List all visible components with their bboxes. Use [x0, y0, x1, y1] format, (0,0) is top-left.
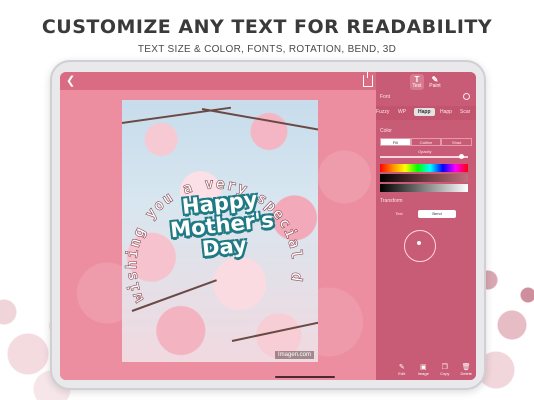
shade-picker[interactable] [380, 174, 468, 182]
text-settings-panel: T Text ✎ Paint Font Fuzzy WP Happ Happ S… [376, 72, 476, 380]
back-icon[interactable]: ❮ [66, 74, 78, 88]
text-tool-icon: T [414, 75, 420, 84]
color-mode-outline[interactable]: Outline [410, 138, 442, 146]
color-mode-fill[interactable]: Fill [380, 138, 411, 146]
cherry-blossom-photo[interactable]: wishing you a very special day Happy Mot… [122, 100, 318, 362]
slider-handle[interactable] [458, 154, 464, 159]
font-section-header: Font [376, 90, 476, 102]
delete-button[interactable]: 🗑 Delete [457, 362, 477, 378]
edit-button[interactable]: ✎ Edit [392, 362, 412, 378]
delete-label: Delete [460, 371, 473, 376]
home-indicator [275, 376, 335, 378]
tab-text[interactable]: T Text [410, 74, 424, 90]
copy-icon: ❐ [441, 364, 448, 371]
image-label: Image [417, 371, 429, 376]
font-option[interactable]: Happ [440, 109, 452, 115]
photo-credit: Imagen.com [274, 351, 314, 359]
font-section-label: Font [380, 94, 391, 100]
image-icon: ▣ [419, 364, 427, 371]
opacity-label: Opacity [418, 149, 432, 154]
opacity-slider[interactable] [380, 154, 468, 159]
font-option[interactable]: Scar [460, 109, 470, 115]
action-bar: ✎ Edit ▣ Image ❐ Copy 🗑 Delete [392, 362, 476, 378]
font-list: Fuzzy WP Happ Happ Scar [376, 106, 476, 120]
edit-icon: ✎ [398, 364, 405, 371]
share-icon[interactable] [363, 72, 373, 87]
promo-subheadline: TEXT SIZE & COLOR, FONTS, ROTATION, BEND… [137, 44, 397, 55]
brightness-picker[interactable] [380, 184, 468, 192]
transform-option-bend[interactable]: Bend [418, 210, 456, 218]
copy-label: Copy [440, 371, 450, 376]
transform-section-label: Transform [380, 198, 403, 204]
color-mode-selector: Fill Outline Shad [380, 138, 473, 146]
rotation-dial[interactable] [404, 230, 436, 262]
tab-paint[interactable]: ✎ Paint [428, 74, 442, 90]
hue-picker[interactable] [380, 164, 468, 172]
copy-button[interactable]: ❐ Copy [435, 362, 455, 378]
color-section-label: Color [380, 128, 392, 134]
gear-icon[interactable] [463, 93, 470, 100]
font-option[interactable]: WP [398, 109, 406, 115]
dial-handle[interactable] [417, 241, 421, 245]
color-mode-shadow[interactable]: Shad [441, 138, 473, 146]
transform-option-text[interactable]: Text [380, 210, 418, 218]
font-option-selected[interactable]: Happ [414, 108, 435, 116]
promo-headline: CUSTOMIZE ANY TEXT FOR READABILITY [41, 16, 493, 38]
paint-tool-icon: ✎ [431, 75, 439, 84]
image-button[interactable]: ▣ Image [414, 362, 434, 378]
edit-label: Edit [398, 371, 406, 376]
headline-text-layer[interactable]: Happy Mother's Day [159, 186, 285, 264]
design-canvas: wishing you a very special day Happy Mot… [60, 90, 376, 380]
tool-tabs: T Text ✎ Paint [410, 74, 442, 90]
delete-icon: 🗑 [461, 364, 471, 371]
app-screen: ❮ wishing you a very special day Happy M… [60, 72, 476, 380]
font-option[interactable]: Fuzzy [376, 109, 389, 115]
transform-mode-toggle: Text Bend [380, 210, 456, 218]
